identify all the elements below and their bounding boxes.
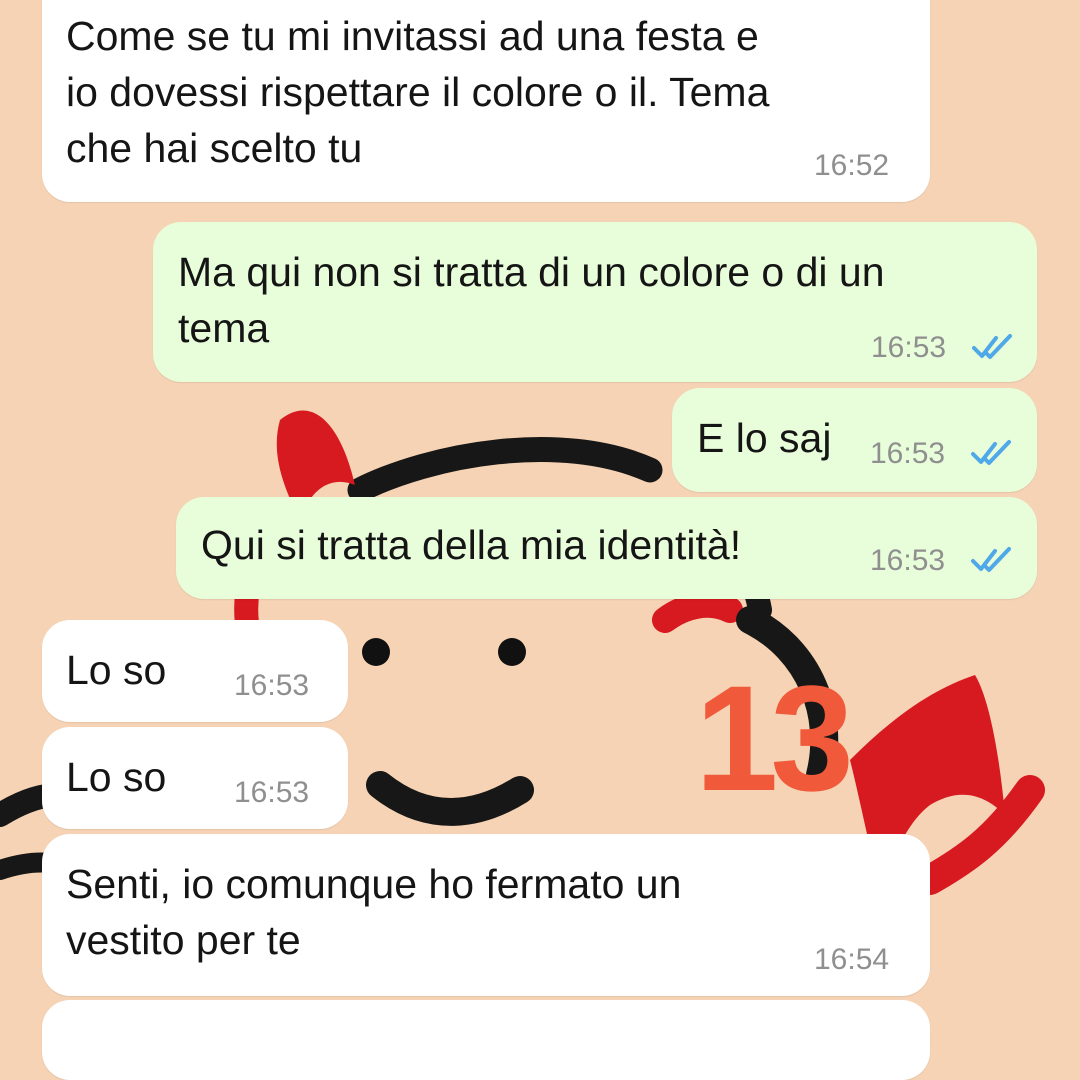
message-bubble-incoming-partial[interactable] xyxy=(42,1000,930,1080)
number-sticker: 13 xyxy=(695,662,856,812)
message-time: 16:53 xyxy=(234,669,310,702)
message-bubble-incoming[interactable]: Lo so 16:53 xyxy=(42,620,348,722)
message-bubble-incoming[interactable]: Lo so 16:53 xyxy=(42,727,348,829)
message-text: Qui si tratta della mia identità! xyxy=(201,522,742,568)
message-text: Come se tu mi invitassi ad una festa e i… xyxy=(66,13,770,171)
message-text: E lo saj xyxy=(697,415,832,461)
double-check-icon xyxy=(972,334,1012,359)
counter-number: 13 xyxy=(695,662,848,812)
message-time: 16:53 xyxy=(870,544,946,577)
message-bubble-incoming[interactable]: Senti, io comunque ho fermato un vestito… xyxy=(42,834,930,996)
message-time: 16:52 xyxy=(814,149,890,182)
message-text: Lo so xyxy=(66,647,167,693)
message-time: 16:54 xyxy=(814,943,890,976)
message-text: Lo so xyxy=(66,754,167,800)
message-bubble-incoming[interactable]: Come se tu mi invitassi ad una festa e i… xyxy=(42,0,930,202)
message-list[interactable]: Come se tu mi invitassi ad una festa e i… xyxy=(0,0,1080,1080)
message-time: 16:53 xyxy=(234,776,310,809)
double-check-icon xyxy=(971,547,1011,572)
message-text: Senti, io comunque ho fermato un vestito… xyxy=(66,861,682,963)
message-bubble-outgoing[interactable]: Ma qui non si tratta di un colore o di u… xyxy=(153,222,1037,382)
double-check-icon xyxy=(971,440,1011,465)
message-bubble-outgoing[interactable]: Qui si tratta della mia identità! 16:53 xyxy=(176,497,1037,599)
message-time: 16:53 xyxy=(871,331,947,364)
message-time: 16:53 xyxy=(870,437,946,470)
message-bubble-outgoing[interactable]: E lo saj 16:53 xyxy=(672,388,1037,492)
